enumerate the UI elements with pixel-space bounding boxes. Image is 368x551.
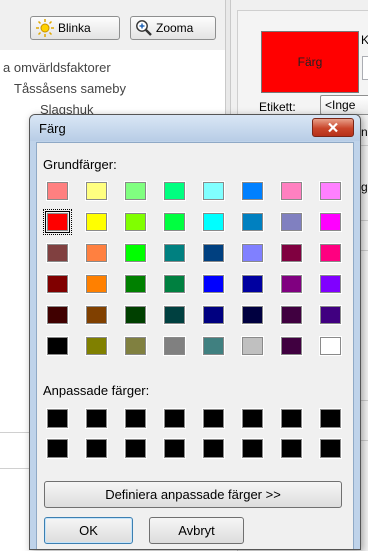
basic-color-swatch[interactable]: [280, 212, 303, 232]
custom-color-swatch[interactable]: [241, 438, 264, 459]
basic-color-swatch[interactable]: [85, 274, 108, 294]
ok-button[interactable]: OK: [44, 517, 133, 544]
custom-color-swatch[interactable]: [46, 438, 69, 459]
basic-color-swatch[interactable]: [163, 243, 186, 263]
custom-color-swatch[interactable]: [163, 408, 186, 429]
basic-color-swatch[interactable]: [46, 336, 69, 356]
basic-color-swatch[interactable]: [163, 305, 186, 325]
basic-color-swatch[interactable]: [280, 336, 303, 356]
custom-color-swatch[interactable]: [319, 408, 342, 429]
tree-item[interactable]: Tåssåsens sameby: [14, 81, 126, 96]
basic-color-swatch[interactable]: [163, 274, 186, 294]
basic-color-swatch[interactable]: [241, 336, 264, 356]
basic-color-swatch[interactable]: [319, 305, 342, 325]
basic-color-swatch[interactable]: [124, 336, 147, 356]
basic-color-swatch[interactable]: [280, 181, 303, 201]
basic-color-swatch[interactable]: [46, 243, 69, 263]
close-icon: [328, 122, 338, 133]
custom-color-swatch[interactable]: [202, 438, 225, 459]
basic-color-swatch[interactable]: [46, 181, 69, 201]
basic-color-swatch[interactable]: [124, 305, 147, 325]
basic-color-swatch-selected[interactable]: [43, 209, 72, 235]
blink-button-label: Blinka: [58, 21, 91, 35]
label-caption: Etikett:: [259, 100, 296, 114]
zoom-button[interactable]: Zooma: [130, 16, 216, 40]
define-custom-colors-button[interactable]: Definiera anpassade färger >>: [44, 481, 342, 508]
basic-color-swatch[interactable]: [163, 336, 186, 356]
basic-color-swatch[interactable]: [124, 181, 147, 201]
basic-color-swatch[interactable]: [202, 212, 225, 232]
basic-color-swatch[interactable]: [319, 181, 342, 201]
basic-color-swatch[interactable]: [85, 212, 108, 232]
basic-color-swatch[interactable]: [85, 243, 108, 263]
basic-color-swatch[interactable]: [85, 336, 108, 356]
basic-color-swatch[interactable]: [202, 305, 225, 325]
custom-color-swatch[interactable]: [124, 438, 147, 459]
basic-color-swatch[interactable]: [124, 274, 147, 294]
basic-color-swatch[interactable]: [85, 181, 108, 201]
zoom-in-icon: [136, 20, 152, 36]
custom-color-swatch[interactable]: [280, 408, 303, 429]
label-dropdown[interactable]: <Inge: [320, 95, 368, 115]
zoom-button-label: Zooma: [156, 21, 194, 35]
custom-color-swatch[interactable]: [124, 408, 147, 429]
dialog-titlebar[interactable]: Färg: [30, 115, 360, 141]
basic-color-swatch[interactable]: [241, 212, 264, 232]
color-preview-button[interactable]: Färg: [261, 31, 359, 93]
basic-color-swatch[interactable]: [202, 181, 225, 201]
basic-color-swatch[interactable]: [319, 243, 342, 263]
ok-button-label: OK: [79, 523, 98, 538]
close-button[interactable]: [312, 118, 354, 137]
basic-color-swatch[interactable]: [46, 274, 69, 294]
field-label-fragment: K: [361, 33, 368, 47]
basic-color-swatch[interactable]: [163, 181, 186, 201]
field-label-fragment: n:: [361, 125, 368, 139]
basic-color-swatch[interactable]: [241, 243, 264, 263]
custom-color-swatch[interactable]: [241, 408, 264, 429]
basic-color-swatch[interactable]: [202, 243, 225, 263]
custom-color-swatch[interactable]: [319, 438, 342, 459]
blink-button[interactable]: Blinka: [30, 16, 120, 40]
cancel-button[interactable]: Avbryt: [149, 517, 244, 544]
text-field[interactable]: [362, 56, 368, 80]
basic-color-swatch[interactable]: [319, 212, 342, 232]
basic-colors-label: Grundfärger:: [43, 157, 117, 172]
basic-color-swatch[interactable]: [280, 274, 303, 294]
custom-colors-label: Anpassade färger:: [43, 383, 150, 398]
field-label-fragment: g:: [361, 180, 368, 194]
basic-color-swatch[interactable]: [241, 305, 264, 325]
sun-icon: [36, 19, 54, 37]
basic-color-swatch[interactable]: [241, 181, 264, 201]
define-custom-colors-label: Definiera anpassade färger >>: [105, 487, 281, 502]
basic-color-swatch[interactable]: [163, 212, 186, 232]
custom-color-swatch[interactable]: [280, 438, 303, 459]
basic-color-swatch[interactable]: [241, 274, 264, 294]
color-preview-label: Färg: [297, 55, 323, 69]
dialog-title: Färg: [39, 121, 66, 136]
cancel-button-label: Avbryt: [178, 523, 215, 538]
basic-color-swatch[interactable]: [124, 212, 147, 232]
custom-color-swatch[interactable]: [163, 438, 186, 459]
basic-color-swatch[interactable]: [202, 274, 225, 294]
basic-color-swatch[interactable]: [280, 243, 303, 263]
basic-color-swatch[interactable]: [124, 243, 147, 263]
basic-color-swatch[interactable]: [202, 336, 225, 356]
basic-color-swatch[interactable]: [319, 336, 342, 356]
custom-color-swatch[interactable]: [85, 438, 108, 459]
color-dialog: Färg Grundfärger: Anpassade färger: Defi…: [29, 114, 361, 550]
dialog-body: Grundfärger: Anpassade färger: Definiera…: [36, 142, 354, 549]
basic-color-swatch[interactable]: [280, 305, 303, 325]
custom-color-swatch[interactable]: [202, 408, 225, 429]
basic-color-swatch[interactable]: [319, 274, 342, 294]
custom-color-swatch[interactable]: [85, 408, 108, 429]
basic-color-swatch[interactable]: [85, 305, 108, 325]
basic-color-swatch[interactable]: [46, 305, 69, 325]
background-toolbar: Blinka Zooma: [0, 0, 226, 51]
custom-color-swatch[interactable]: [46, 408, 69, 429]
tree-item[interactable]: a omvärldsfaktorer: [3, 60, 111, 75]
